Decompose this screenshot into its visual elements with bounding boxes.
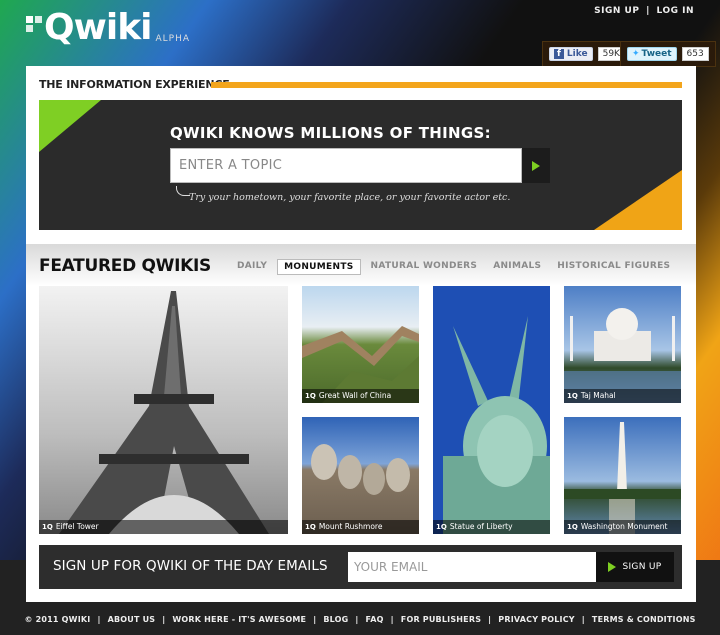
tab-historical-figures[interactable]: HISTORICAL FIGURES	[551, 259, 676, 275]
tile-statue-of-liberty[interactable]: 1Q Statue of Liberty	[433, 286, 550, 534]
tile-caption: 1Q Eiffel Tower	[39, 520, 288, 534]
tile-caption: 1Q Washington Monument	[564, 520, 681, 534]
facebook-like-button[interactable]: f Like	[549, 47, 593, 61]
link-separator: |	[646, 6, 650, 16]
email-input[interactable]: YOUR EMAIL	[348, 552, 596, 582]
topic-search-input[interactable]: ENTER A TOPIC	[170, 148, 522, 183]
orange-corner-decoration	[594, 170, 682, 230]
tab-natural-wonders[interactable]: NATURAL WONDERS	[365, 259, 484, 275]
curved-arrow-icon	[176, 186, 190, 196]
main-panel: THE INFORMATION EXPERIENCE QWIKI KNOWS M…	[26, 66, 696, 602]
washington-monument-image	[564, 422, 681, 534]
arrow-right-icon	[608, 562, 617, 572]
tile-washington-monument[interactable]: 1Q Washington Monument	[564, 417, 681, 534]
footer-copyright: © 2011 QWIKI	[24, 615, 91, 624]
statue-of-liberty-image	[443, 316, 550, 534]
account-links: SIGN UP | LOG IN	[594, 6, 694, 16]
great-wall-image	[302, 326, 419, 403]
qwiki-logo[interactable]: Qwiki ALPHA	[26, 8, 190, 48]
tab-daily[interactable]: DAILY	[231, 259, 273, 275]
tile-mount-rushmore[interactable]: 1Q Mount Rushmore	[302, 417, 419, 534]
accent-bar	[211, 82, 682, 88]
tile-caption: 1Q Mount Rushmore	[302, 520, 419, 534]
tile-great-wall[interactable]: 1Q Great Wall of China	[302, 286, 419, 403]
hero-title: QWIKI KNOWS MILLIONS OF THINGS:	[170, 124, 491, 142]
signup-heading: SIGN UP FOR QWIKI OF THE DAY EMAILS	[53, 558, 328, 574]
tweet-widget: ✦ Tweet 653	[620, 41, 716, 67]
arrow-right-icon	[532, 160, 540, 171]
hero-search-box: QWIKI KNOWS MILLIONS OF THINGS: ENTER A …	[39, 100, 682, 230]
facebook-icon: f	[554, 49, 564, 59]
tweet-button[interactable]: ✦ Tweet	[627, 47, 677, 61]
sign-up-link[interactable]: SIGN UP	[594, 6, 639, 16]
tab-monuments[interactable]: MONUMENTS	[277, 259, 361, 275]
tile-taj-mahal[interactable]: 1Q Taj Mahal	[564, 286, 681, 403]
mount-rushmore-image	[311, 444, 410, 495]
footer-terms[interactable]: TERMS & CONDITIONS	[592, 615, 696, 624]
footer-links: © 2011 QWIKI | ABOUT US | WORK HERE - IT…	[24, 615, 696, 624]
logo-mark-icon	[26, 16, 42, 32]
taj-mahal-image	[564, 308, 681, 403]
footer-for-publishers[interactable]: FOR PUBLISHERS	[401, 615, 481, 624]
tile-caption: 1Q Taj Mahal	[564, 389, 681, 403]
footer-faq[interactable]: FAQ	[366, 615, 384, 624]
alpha-badge: ALPHA	[155, 34, 191, 44]
log-in-link[interactable]: LOG IN	[657, 6, 694, 16]
tab-animals[interactable]: ANIMALS	[487, 259, 547, 275]
logo-text: Qwiki	[44, 7, 152, 48]
green-corner-decoration	[39, 100, 101, 152]
tweet-count: 653	[681, 47, 709, 61]
featured-title: FEATURED QWIKIS	[39, 256, 211, 276]
search-submit-button[interactable]	[522, 148, 550, 183]
search-hint: Try your hometown, your favorite place, …	[189, 192, 511, 203]
signup-button[interactable]: SIGN UP	[596, 552, 674, 582]
tile-caption: 1Q Statue of Liberty	[433, 520, 550, 534]
footer-work-here[interactable]: WORK HERE - IT'S AWESOME	[172, 615, 306, 624]
footer-privacy-policy[interactable]: PRIVACY POLICY	[498, 615, 575, 624]
newsletter-signup: SIGN UP FOR QWIKI OF THE DAY EMAILS YOUR…	[39, 545, 682, 589]
eiffel-tower-image	[59, 291, 269, 534]
footer-about-us[interactable]: ABOUT US	[108, 615, 156, 624]
twitter-bird-icon: ✦	[632, 49, 640, 59]
section-heading: THE INFORMATION EXPERIENCE	[39, 78, 230, 91]
tile-eiffel-tower[interactable]: 1Q Eiffel Tower	[39, 286, 288, 534]
featured-tabs: DAILY MONUMENTS NATURAL WONDERS ANIMALS …	[231, 259, 676, 275]
footer-blog[interactable]: BLOG	[323, 615, 348, 624]
facebook-like-widget: f Like 59K	[542, 41, 632, 67]
tile-caption: 1Q Great Wall of China	[302, 389, 419, 403]
